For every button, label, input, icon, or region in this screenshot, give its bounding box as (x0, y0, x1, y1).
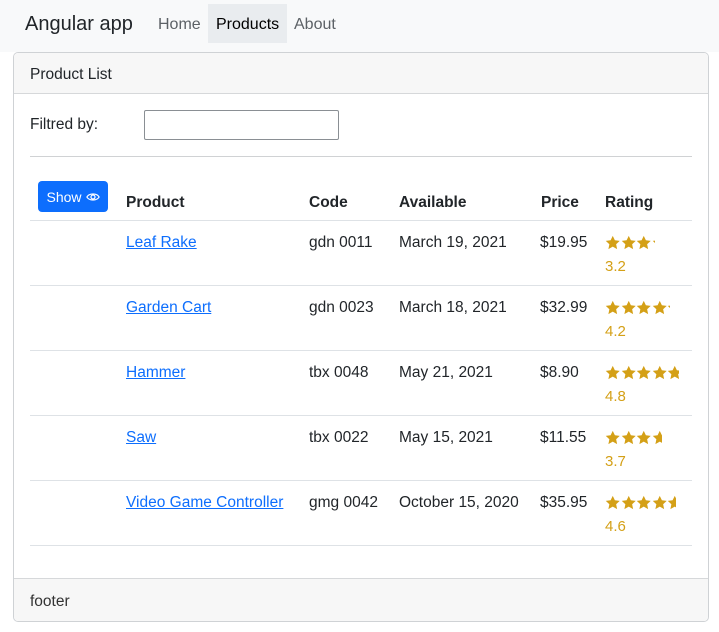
star-icon (667, 365, 680, 380)
row-divider (30, 545, 692, 546)
product-code: gmg 0042 (309, 494, 378, 511)
star-icon (605, 495, 620, 510)
product-name-link[interactable]: Leaf Rake (126, 234, 197, 252)
product-list-card: Product List Filtred by: Show Product Co… (13, 52, 709, 622)
star-icon (605, 300, 620, 315)
product-price: $11.55 (540, 429, 587, 446)
star-icon (621, 495, 636, 510)
product-available: October 15, 2020 (399, 494, 519, 511)
col-header-available[interactable]: Available (399, 194, 467, 212)
product-name-link[interactable]: Saw (126, 429, 156, 447)
filter-label: Filtred by: (30, 116, 99, 133)
star-icon (636, 365, 651, 380)
star-icon (652, 240, 655, 244)
col-header-rating[interactable]: Rating (605, 194, 653, 212)
star-icon (636, 300, 651, 315)
rating-value: 3.7 (605, 453, 626, 470)
show-images-button[interactable]: Show (38, 181, 108, 212)
product-name-link[interactable]: Hammer (126, 364, 185, 382)
star-icon (636, 235, 651, 250)
filter-input[interactable] (144, 110, 339, 140)
star-icon (605, 235, 620, 250)
rating-value: 4.6 (605, 518, 626, 535)
product-price: $19.95 (540, 234, 588, 251)
row-divider (30, 350, 692, 351)
eye-icon (85, 192, 100, 201)
product-price: $8.90 (540, 364, 579, 381)
product-code: gdn 0011 (309, 234, 373, 251)
star-icon (636, 430, 651, 445)
star-icon (621, 235, 636, 250)
footer-text: footer (30, 593, 70, 610)
product-available: May 21, 2021 (399, 364, 493, 381)
star-rating (605, 430, 663, 445)
col-header-code[interactable]: Code (309, 194, 348, 212)
rating-value: 4.8 (605, 388, 626, 405)
star-icon (636, 495, 651, 510)
nav-link-home[interactable]: Home (150, 4, 209, 43)
nav-link-about[interactable]: About (286, 4, 344, 43)
navbar: Angular app Home Products About (0, 0, 719, 52)
product-price: $32.99 (540, 299, 588, 316)
product-code: gdn 0023 (309, 299, 374, 316)
rating-value: 4.2 (605, 323, 626, 340)
show-button-label: Show (46, 188, 82, 205)
star-icon (621, 430, 636, 445)
star-icon (652, 365, 667, 380)
product-price: $35.95 (540, 494, 588, 511)
star-icon (605, 430, 620, 445)
product-code: tbx 0048 (309, 364, 369, 381)
card-footer: footer (14, 578, 708, 621)
row-divider (30, 480, 692, 481)
col-header-product[interactable]: Product (126, 194, 185, 212)
rating-value: 3.2 (605, 258, 626, 275)
nav-link-products[interactable]: Products (208, 4, 288, 43)
star-icon (605, 365, 620, 380)
brand[interactable]: Angular app (25, 13, 133, 36)
product-available: March 18, 2021 (399, 299, 507, 316)
row-divider (30, 415, 692, 416)
row-divider (30, 285, 692, 286)
star-rating (605, 300, 671, 315)
star-icon (652, 300, 667, 315)
row-divider (30, 220, 692, 221)
card-title: Product List (30, 66, 112, 83)
star-icon (667, 305, 671, 309)
divider (30, 156, 692, 157)
star-icon (667, 495, 677, 510)
product-available: May 15, 2021 (399, 429, 493, 446)
star-icon (652, 430, 663, 445)
star-icon (652, 495, 667, 510)
col-header-price[interactable]: Price (541, 194, 579, 212)
star-icon (621, 365, 636, 380)
product-code: tbx 0022 (309, 429, 369, 446)
star-icon (621, 300, 636, 315)
product-name-link[interactable]: Garden Cart (126, 299, 211, 317)
star-rating (605, 495, 677, 510)
product-available: March 19, 2021 (399, 234, 507, 251)
star-rating (605, 235, 655, 250)
card-header: Product List (14, 53, 708, 94)
product-name-link[interactable]: Video Game Controller (126, 494, 283, 512)
star-rating (605, 365, 680, 380)
